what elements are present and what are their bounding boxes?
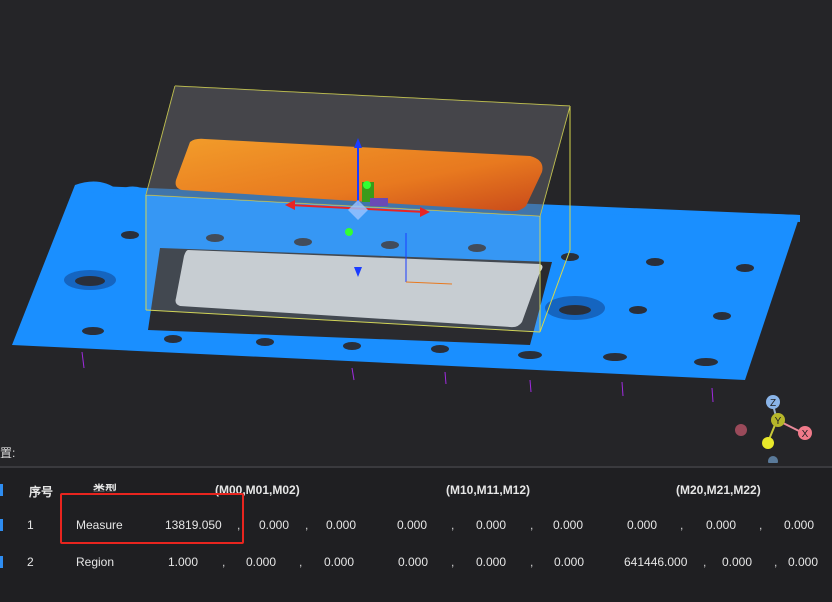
row-2-m22[interactable]: 0.000 bbox=[788, 555, 818, 569]
row-2-type[interactable]: Region bbox=[76, 555, 114, 569]
row-2-m02[interactable]: 0.000 bbox=[324, 555, 354, 569]
row-2-m12[interactable]: 0.000 bbox=[554, 555, 584, 569]
row-1-m22[interactable]: 0.000 bbox=[784, 518, 814, 532]
separator: , bbox=[299, 555, 303, 569]
separator: , bbox=[451, 555, 455, 569]
3d-viewport[interactable]: Z X Y bbox=[0, 0, 832, 463]
row-2-select-marker[interactable] bbox=[0, 556, 3, 568]
row-1-m12[interactable]: 0.000 bbox=[553, 518, 583, 532]
row-1-m10[interactable]: 0.000 bbox=[397, 518, 427, 532]
row-1-m02[interactable]: 0.000 bbox=[326, 518, 356, 532]
col-header-m2: (M20,M21,M22) bbox=[676, 483, 761, 497]
row-1-index: 1 bbox=[27, 518, 34, 532]
axis-y-label: Y bbox=[775, 416, 782, 427]
highlight-annotation-box bbox=[60, 493, 244, 544]
separator: , bbox=[530, 518, 534, 532]
row-2-m00[interactable]: 1.000 bbox=[168, 555, 198, 569]
separator: , bbox=[222, 555, 226, 569]
row-2-m21[interactable]: 0.000 bbox=[722, 555, 752, 569]
axis-indicator-icon: Z X Y bbox=[735, 395, 812, 463]
panel-label: 置: bbox=[0, 446, 16, 460]
axis-z-label: Z bbox=[770, 398, 776, 409]
separator: , bbox=[451, 518, 455, 532]
separator: , bbox=[680, 518, 684, 532]
axis-x-label: X bbox=[802, 429, 809, 440]
point-cloud-scene[interactable]: Z X Y bbox=[0, 0, 832, 463]
col-header-index: 序号 bbox=[29, 485, 54, 499]
row-1-m20[interactable]: 0.000 bbox=[627, 518, 657, 532]
row-1-m21[interactable]: 0.000 bbox=[706, 518, 736, 532]
separator: , bbox=[305, 518, 309, 532]
row-2-m10[interactable]: 0.000 bbox=[398, 555, 428, 569]
row-1-select-marker[interactable] bbox=[0, 519, 3, 531]
separator: , bbox=[774, 555, 778, 569]
col-header-m1: (M10,M11,M12) bbox=[446, 483, 531, 497]
header-select-marker[interactable] bbox=[0, 484, 3, 496]
row-1-m11[interactable]: 0.000 bbox=[476, 518, 506, 532]
separator: , bbox=[759, 518, 763, 532]
row-2-m20[interactable]: 641446.000 bbox=[624, 555, 687, 569]
row-2-m11[interactable]: 0.000 bbox=[476, 555, 506, 569]
separator: , bbox=[703, 555, 707, 569]
separator: , bbox=[530, 555, 534, 569]
row-2-index: 2 bbox=[27, 555, 34, 569]
row-2-m01[interactable]: 0.000 bbox=[246, 555, 276, 569]
row-1-m01[interactable]: 0.000 bbox=[259, 518, 289, 532]
